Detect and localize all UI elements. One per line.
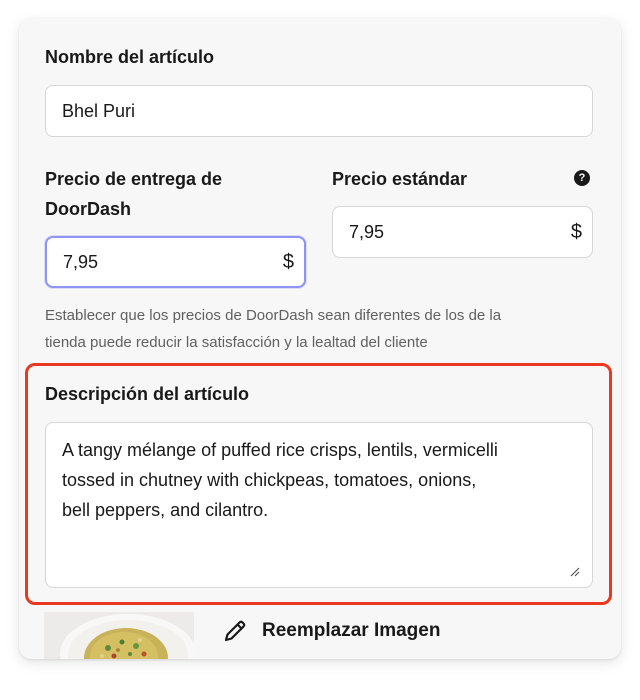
delivery-price-label: Precio de entrega de DoorDash — [45, 164, 222, 224]
delivery-price-label-line2: DoorDash — [45, 199, 132, 219]
replace-image-label: Reemplazar Imagen — [262, 620, 441, 641]
price-note-line1: Establecer que los precios de DoorDash s… — [45, 307, 502, 324]
delivery-price-input[interactable]: 7,95 $ — [45, 236, 306, 288]
pencil-icon — [224, 620, 246, 642]
item-image-thumbnail — [44, 612, 194, 659]
delivery-price-value: 7,95 — [63, 252, 99, 272]
item-name-label: Nombre del artículo — [45, 47, 215, 67]
price-note-line2: tienda puede reducir la satisfacción y l… — [45, 334, 428, 351]
item-name-input[interactable]: Bhel Puri — [45, 85, 593, 137]
replace-image-button[interactable]: Reemplazar Imagen — [222, 615, 440, 647]
standard-price-label: Precio estándar — [332, 169, 468, 189]
price-difference-note: Establecer que los precios de DoorDash s… — [45, 302, 501, 356]
question-circle-icon[interactable]: ? — [574, 170, 590, 186]
delivery-price-currency: $ — [282, 251, 294, 273]
standard-price-currency: $ — [570, 221, 582, 243]
standard-price-value: 7,95 — [349, 222, 385, 242]
delivery-price-label-line1: Precio de entrega de — [45, 169, 223, 189]
food-photo-icon — [44, 612, 194, 659]
standard-price-input[interactable]: 7,95 $ — [332, 206, 593, 258]
description-highlight-box — [25, 363, 612, 605]
item-name-value: Bhel Puri — [62, 101, 136, 121]
